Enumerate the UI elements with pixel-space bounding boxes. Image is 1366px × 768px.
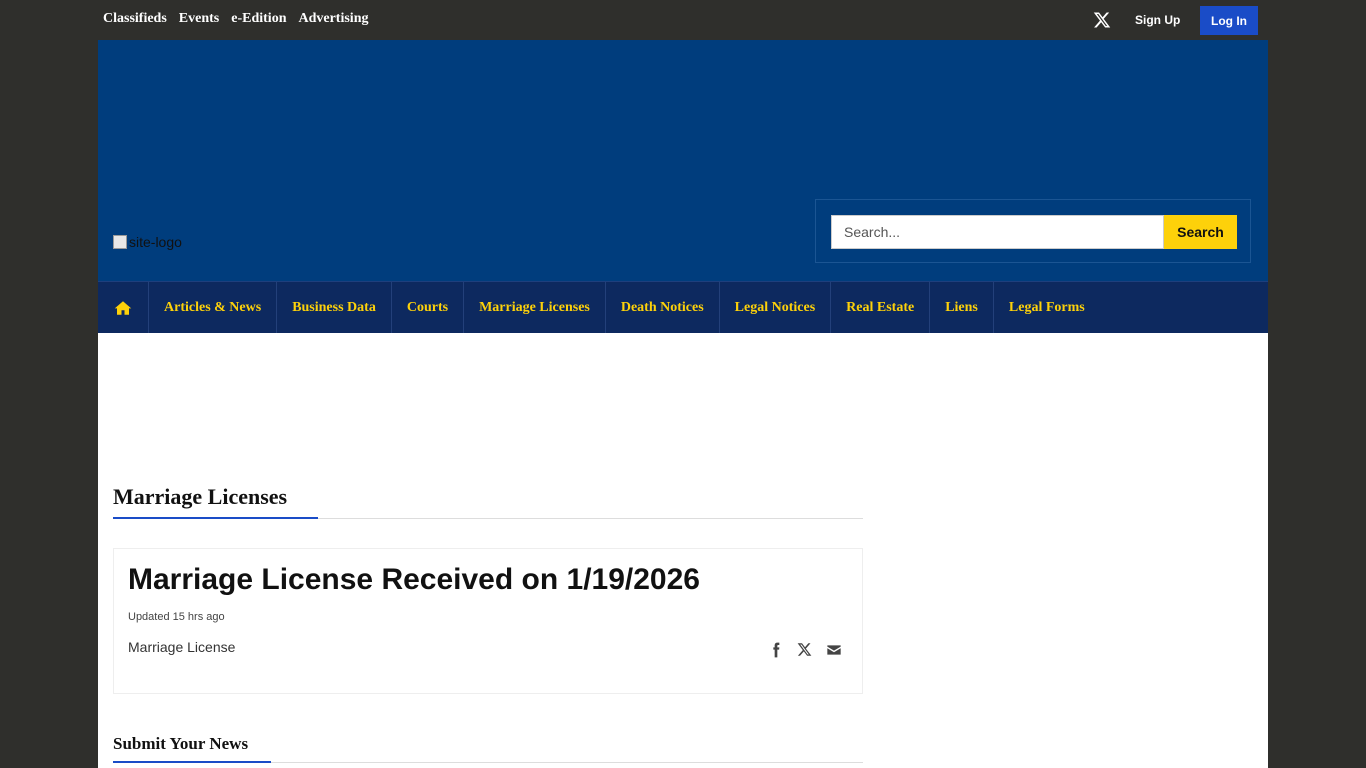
- nav-real-estate[interactable]: Real Estate: [831, 282, 931, 333]
- nav-death-notices[interactable]: Death Notices: [606, 282, 720, 333]
- nav-legal-forms[interactable]: Legal Forms: [994, 282, 1100, 333]
- top-link-events[interactable]: Events: [179, 11, 219, 27]
- top-link-e-edition[interactable]: e-Edition: [231, 11, 286, 27]
- article-summary: Marriage License: [128, 639, 236, 655]
- x-twitter-icon[interactable]: [1093, 11, 1111, 29]
- article-card: Marriage License Received on 1/19/2026 U…: [113, 548, 863, 694]
- main-nav: Articles & News Business Data Courts Mar…: [98, 281, 1268, 333]
- broken-image-icon: [113, 235, 127, 249]
- site-header: site-logo Search: [98, 40, 1268, 281]
- facebook-icon[interactable]: [768, 642, 784, 658]
- nav-liens[interactable]: Liens: [930, 282, 994, 333]
- article-updated: Updated 15 hrs ago: [128, 611, 225, 623]
- x-share-icon[interactable]: [797, 642, 813, 658]
- section-underline: [113, 517, 318, 519]
- submit-news-title: Submit Your News: [113, 734, 249, 753]
- search-box: Search: [815, 199, 1251, 263]
- site-logo[interactable]: site-logo: [113, 234, 182, 250]
- submit-underline: [113, 761, 271, 763]
- nav-courts[interactable]: Courts: [392, 282, 465, 333]
- nav-home[interactable]: [98, 282, 149, 333]
- log-in-button[interactable]: Log In: [1200, 6, 1258, 35]
- top-nav: Classifieds Events e-Edition Advertising: [103, 11, 368, 27]
- top-link-classifieds[interactable]: Classifieds: [103, 11, 167, 27]
- article-title[interactable]: Marriage License Received on 1/19/2026: [128, 563, 700, 597]
- search-button[interactable]: Search: [1164, 215, 1237, 249]
- top-bar: Classifieds Events e-Edition Advertising…: [0, 0, 1366, 40]
- share-tools: [768, 642, 842, 658]
- search-input[interactable]: [831, 215, 1164, 249]
- section-title: Marriage Licenses: [113, 484, 288, 509]
- email-icon[interactable]: [826, 642, 842, 658]
- sign-up-link[interactable]: Sign Up: [1135, 13, 1180, 27]
- nav-business-data[interactable]: Business Data: [277, 282, 392, 333]
- nav-articles-news[interactable]: Articles & News: [149, 282, 278, 333]
- home-icon: [113, 299, 133, 317]
- site-logo-alt-text: site-logo: [129, 234, 182, 250]
- top-link-advertising[interactable]: Advertising: [298, 11, 368, 27]
- nav-marriage-licenses[interactable]: Marriage Licenses: [464, 282, 606, 333]
- nav-legal-notices[interactable]: Legal Notices: [720, 282, 832, 333]
- main-content: Marriage Licenses Marriage License Recei…: [98, 333, 1268, 768]
